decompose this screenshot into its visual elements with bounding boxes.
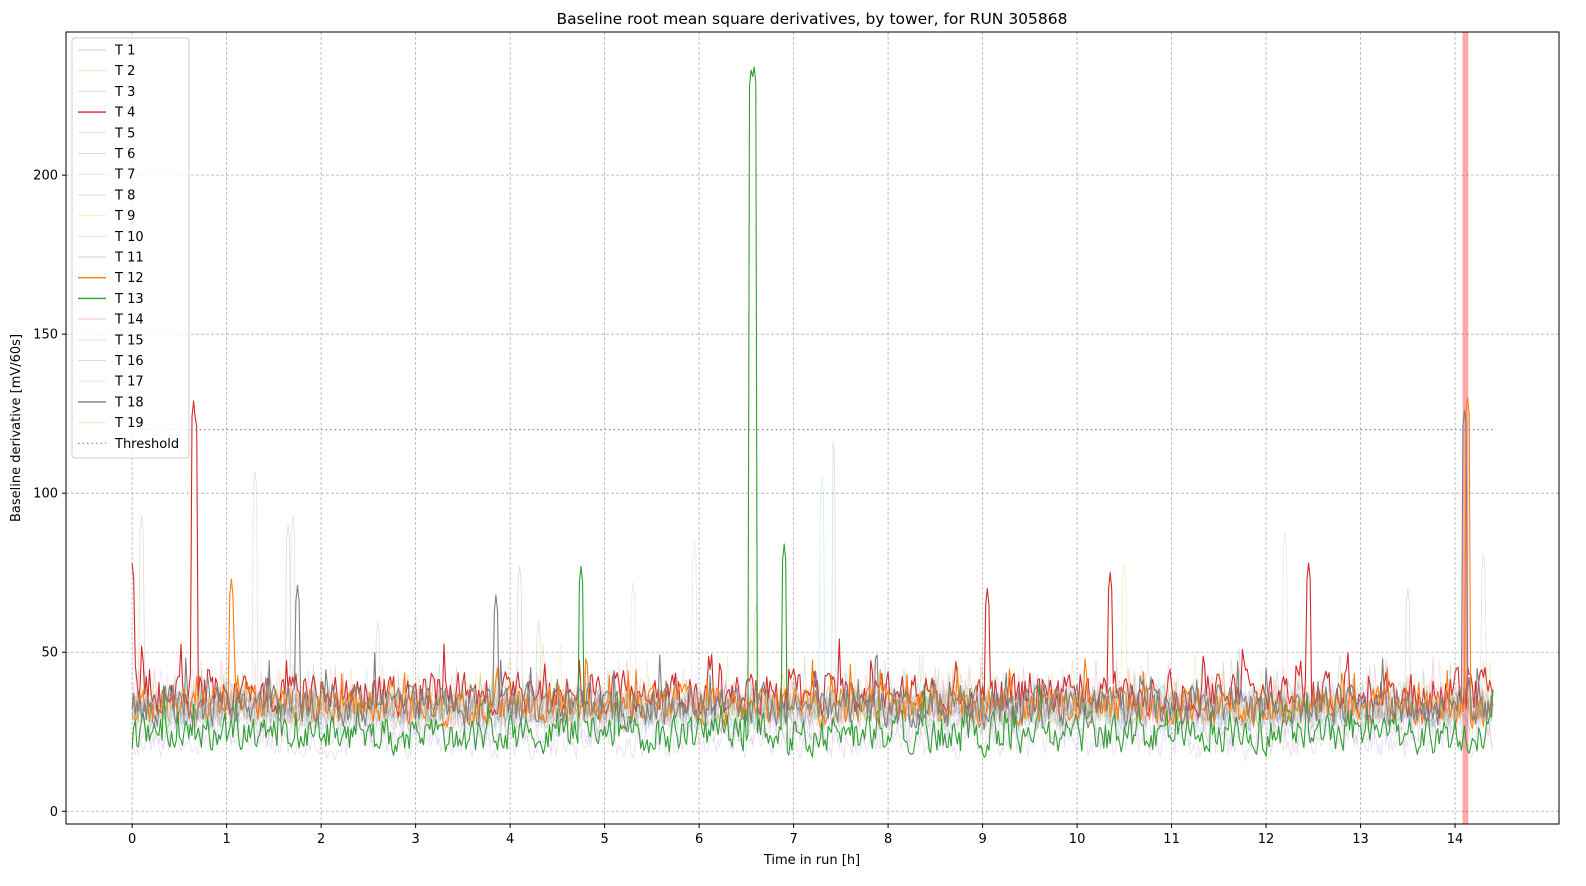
x-axis-label: Time in run [h] (763, 853, 860, 868)
x-tick-label: 14 (1447, 832, 1464, 847)
y-tick-label: 0 (50, 805, 58, 820)
legend: T 1 T 2 T 3 T 4 T 5 T 6 T 7 T 8 T 9 T 10 T 11 T 12 T… (71, 37, 190, 459)
chart-title: Baseline root mean square derivatives, b… (557, 10, 1068, 28)
x-tick-label: 5 (600, 832, 608, 847)
legend-label: T 18 (114, 395, 144, 410)
legend-label: T 4 (114, 106, 135, 121)
legend-label-threshold: Threshold (114, 437, 179, 452)
legend-label: T 17 (114, 375, 144, 390)
legend-label: T 15 (114, 333, 144, 348)
x-tick-label: 1 (222, 832, 230, 847)
legend-label: T 13 (114, 292, 144, 307)
legend-label: T 2 (114, 64, 135, 79)
legend-label: T 11 (114, 251, 144, 266)
y-axis: 0 50 100 150 200 (33, 169, 66, 820)
x-tick-label: 10 (1069, 832, 1086, 847)
x-tick-label: 8 (884, 832, 892, 847)
legend-label: T 19 (114, 416, 144, 431)
x-tick-label: 11 (1163, 832, 1180, 847)
series-group (131, 66, 1494, 762)
x-tick-label: 3 (411, 832, 419, 847)
series-line-13 (131, 66, 1494, 758)
y-tick-label: 200 (33, 169, 58, 184)
legend-label: T 9 (114, 209, 135, 224)
legend-label: T 7 (114, 168, 135, 183)
legend-label: T 16 (114, 354, 144, 369)
x-tick-label: 9 (978, 832, 986, 847)
x-tick-label: 2 (317, 832, 325, 847)
legend-label: T 12 (114, 271, 144, 286)
legend-label: T 10 (114, 230, 144, 245)
x-tick-label: 12 (1258, 832, 1275, 847)
x-tick-label: 7 (789, 832, 797, 847)
y-axis-label: Baseline derivative [mV/60s] (9, 334, 24, 522)
y-tick-label: 100 (33, 487, 58, 502)
x-tick-label: 4 (506, 832, 514, 847)
legend-label: T 1 (114, 44, 135, 59)
legend-label: T 5 (114, 126, 135, 141)
legend-label: T 6 (114, 147, 135, 162)
x-axis: 0 1 2 3 4 5 6 7 8 9 10 11 12 13 14 (128, 824, 1463, 847)
y-tick-label: 50 (41, 646, 58, 661)
chart-canvas: Baseline root mean square derivatives, b… (9, 10, 1560, 868)
legend-label: T 8 (114, 188, 135, 203)
x-tick-label: 13 (1352, 832, 1369, 847)
legend-label: T 14 (114, 313, 144, 328)
x-tick-label: 0 (128, 832, 136, 847)
legend-label: T 3 (114, 85, 135, 100)
x-tick-label: 6 (695, 832, 703, 847)
y-tick-label: 150 (33, 328, 58, 343)
